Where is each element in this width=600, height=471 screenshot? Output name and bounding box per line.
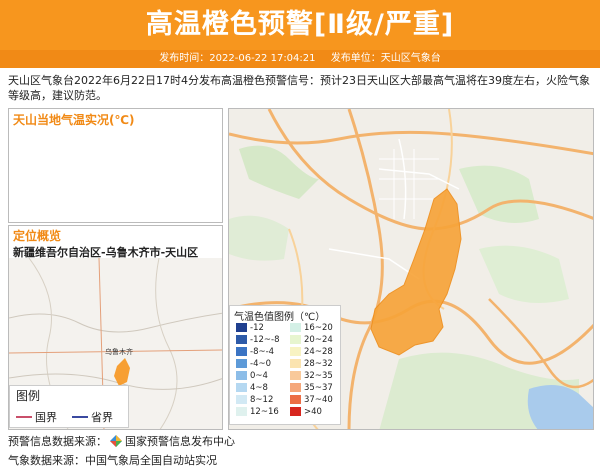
swatch-icon: [290, 347, 301, 356]
swatch-label: 28~32: [304, 358, 333, 369]
national-border-line-icon: [16, 416, 32, 418]
temperature-panel-title: 天山当地气温实况(℃): [13, 113, 135, 127]
swatch-icon: [290, 359, 301, 368]
legend-swatch-item: 32~35: [290, 370, 333, 381]
swatch-icon: [290, 407, 301, 416]
warning-source-label: 预警信息数据来源：: [8, 435, 107, 448]
warning-description: 天山区气象台2022年6月22日17时4分发布高温橙色预警信号：预计23日天山区…: [8, 74, 590, 102]
legend-swatch-item: -12~-8: [236, 334, 279, 345]
swatch-label: 8~12: [250, 394, 274, 405]
legend-swatch-item: -12: [236, 322, 264, 333]
swatch-icon: [290, 395, 301, 404]
warning-title: 高温橙色预警[Ⅱ级/严重]: [145, 9, 455, 40]
legend-label: 省界: [91, 411, 113, 424]
legend-swatch-item: 8~12: [236, 394, 273, 405]
legend-swatch-item: -4~0: [236, 358, 271, 369]
swatch-label: 24~28: [304, 346, 333, 357]
swatch-icon: [236, 335, 247, 344]
swatch-icon: [290, 383, 301, 392]
swatch-label: 16~20: [304, 322, 333, 333]
legend-swatch-item: 4~8: [236, 382, 268, 393]
swatch-icon: [236, 371, 247, 380]
swatch-icon: [236, 383, 247, 392]
map-legend: 图例 国界 省界: [9, 385, 129, 428]
legend-swatch-item: >40: [290, 406, 322, 417]
legend-label: 国界: [35, 411, 57, 424]
weather-source-text: 气象数据来源：中国气象局全国自动站实况: [8, 454, 217, 467]
publish-info-bar: 发布时间：2022-06-22 17:04:21 发布单位：天山区气象台: [0, 50, 600, 68]
swatch-label: -12: [250, 322, 264, 333]
swatch-icon: [236, 407, 247, 416]
swatch-icon: [236, 359, 247, 368]
publisher: 发布单位：天山区气象台: [330, 53, 441, 64]
warning-center-logo-icon: [110, 435, 122, 447]
swatch-label: 0~4: [250, 370, 268, 381]
legend-swatch-item: 20~24: [290, 334, 333, 345]
temperature-color-legend: 气温色值图例（℃） -12 16~20 -12~-8 20~24 -8~-4 2…: [229, 305, 341, 425]
swatch-label: >40: [304, 406, 322, 417]
location-panel-title: 定位概览: [13, 229, 62, 243]
minimap-label-urumqi: 乌鲁木齐: [105, 347, 133, 356]
swatch-label: 37~40: [304, 394, 333, 405]
warning-source-line: 预警信息数据来源： 国家预警信息发布中心: [8, 433, 235, 449]
swatch-label: 32~35: [304, 370, 333, 381]
warning-source-name[interactable]: 国家预警信息发布中心: [125, 433, 235, 449]
legend-swatch-item: 24~28: [290, 346, 333, 357]
map-legend-title: 图例: [16, 389, 41, 403]
legend-swatch-item: -8~-4: [236, 346, 274, 357]
legend-swatch-item: 28~32: [290, 358, 333, 369]
swatch-icon: [290, 335, 301, 344]
swatch-icon: [236, 323, 247, 332]
swatch-label: 20~24: [304, 334, 333, 345]
provincial-border-line-icon: [72, 416, 88, 418]
weather-source-line: 气象数据来源：中国气象局全国自动站实况: [8, 452, 217, 468]
legend-item-national-border: 国界: [16, 409, 57, 425]
legend-swatch-item: 12~16: [236, 406, 279, 417]
swatch-icon: [290, 323, 301, 332]
swatch-label: -4~0: [250, 358, 272, 369]
swatch-label: 4~8: [250, 382, 268, 393]
swatch-icon: [236, 347, 247, 356]
swatch-label: 12~16: [250, 406, 279, 417]
legend-swatch-item: 16~20: [290, 322, 333, 333]
swatch-icon: [236, 395, 247, 404]
swatch-label: 35~37: [304, 382, 333, 393]
swatch-label: -8~-4: [250, 346, 275, 357]
legend-swatch-item: 0~4: [236, 370, 268, 381]
legend-swatch-item: 37~40: [290, 394, 333, 405]
legend-swatch-item: 35~37: [290, 382, 333, 393]
header-banner: 高温橙色预警[Ⅱ级/严重]: [0, 0, 600, 50]
publish-time: 发布时间：2022-06-22 17:04:21: [159, 53, 316, 64]
legend-item-provincial-border: 省界: [72, 409, 113, 425]
swatch-label: -12~-8: [250, 334, 280, 345]
swatch-icon: [290, 371, 301, 380]
temperature-panel: 天山当地气温实况(℃): [8, 108, 223, 223]
